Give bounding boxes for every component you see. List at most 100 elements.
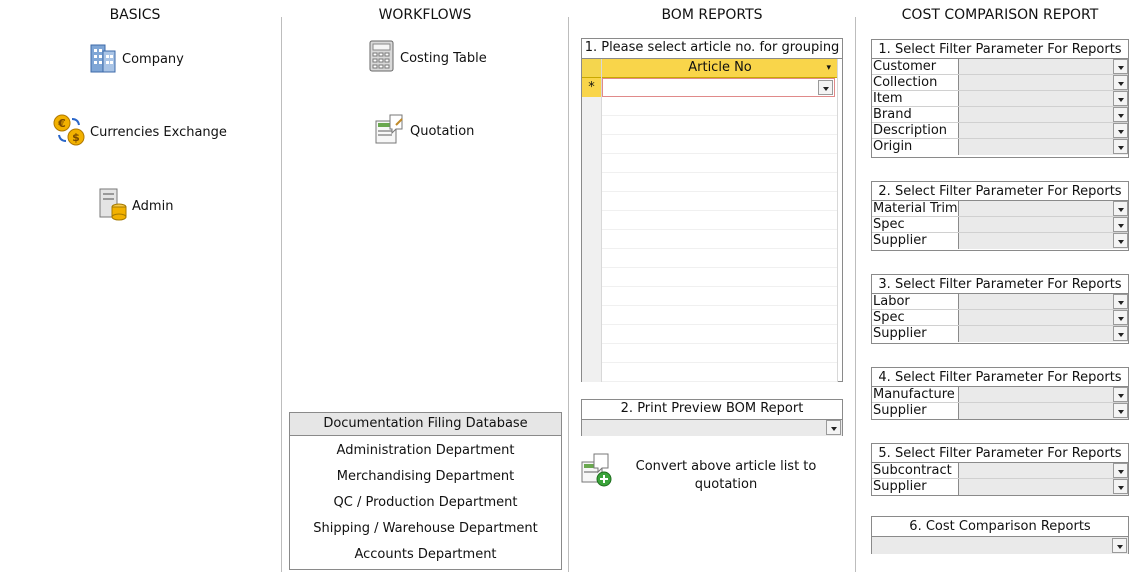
filter-label: Customer xyxy=(872,59,959,74)
spec-select[interactable] xyxy=(959,217,1128,232)
empty-grid-area xyxy=(602,97,838,382)
print-preview-select[interactable] xyxy=(582,420,842,436)
doc-item-shipping-warehouse[interactable]: Shipping / Warehouse Department xyxy=(290,516,561,542)
dropdown-button[interactable] xyxy=(1113,91,1128,106)
collection-select[interactable] xyxy=(959,75,1128,90)
costing-table-button[interactable]: Costing Table xyxy=(368,40,487,76)
doc-item-qc-production[interactable]: QC / Production Department xyxy=(290,490,561,516)
filter-row-manufacture: Manufacture xyxy=(872,387,1128,403)
subcontract-select[interactable] xyxy=(959,463,1128,478)
dropdown-button[interactable] xyxy=(1113,123,1128,138)
dropdown-button[interactable] xyxy=(1113,75,1128,90)
manufacture-select[interactable] xyxy=(959,387,1128,402)
article-no-header-label: Article No xyxy=(688,60,752,75)
column-filter-arrow-icon[interactable]: ▾ xyxy=(826,59,831,77)
quotation-label: Quotation xyxy=(410,123,475,139)
description-select[interactable] xyxy=(959,123,1128,138)
dropdown-button[interactable] xyxy=(1113,233,1128,248)
dropdown-button[interactable] xyxy=(1112,538,1127,553)
dropdown-button[interactable] xyxy=(1113,201,1128,216)
material-trim-select[interactable] xyxy=(959,201,1128,216)
filter-panel-1: 1. Select Filter Parameter For Reports C… xyxy=(871,39,1129,158)
filter-row-spec: Spec xyxy=(872,310,1128,326)
filter-label: Description xyxy=(872,123,959,138)
origin-select[interactable] xyxy=(959,139,1128,155)
filter-panel-2: 2. Select Filter Parameter For Reports M… xyxy=(871,181,1129,251)
dropdown-button[interactable] xyxy=(1113,326,1128,341)
brand-select[interactable] xyxy=(959,107,1128,122)
filter-label: Spec xyxy=(872,310,959,325)
documentation-title: Documentation Filing Database xyxy=(290,413,561,436)
dropdown-button[interactable] xyxy=(1113,403,1128,418)
filter-row-material-trim: Material Trim xyxy=(872,201,1128,217)
filter-row-item: Item xyxy=(872,91,1128,107)
filter-label: Brand xyxy=(872,107,959,122)
cost-comparison-reports-select[interactable] xyxy=(872,537,1128,554)
filter-label: Origin xyxy=(872,139,959,155)
dropdown-button[interactable] xyxy=(1113,107,1128,122)
column-divider xyxy=(855,17,856,572)
supplier-select[interactable] xyxy=(959,403,1128,419)
doc-item-accounts[interactable]: Accounts Department xyxy=(290,542,561,568)
doc-item-administration[interactable]: Administration Department xyxy=(290,438,561,464)
filter-row-supplier: Supplier xyxy=(872,326,1128,342)
labor-select[interactable] xyxy=(959,294,1128,309)
quotation-button[interactable]: Quotation xyxy=(374,113,474,149)
company-button[interactable]: Company xyxy=(88,41,184,77)
print-preview-dropdown-button[interactable] xyxy=(826,420,841,435)
article-no-combo[interactable] xyxy=(602,78,835,97)
new-record-marker: * xyxy=(582,78,601,97)
article-no-dropdown-button[interactable] xyxy=(818,80,833,95)
filter-row-spec: Spec xyxy=(872,217,1128,233)
admin-button[interactable]: Admin xyxy=(98,187,173,225)
filter-label: Collection xyxy=(872,75,959,90)
filter-label: Manufacture xyxy=(872,387,959,402)
print-preview-title: 2. Print Preview BOM Report xyxy=(582,400,842,420)
filter-panel-1-title: 1. Select Filter Parameter For Reports xyxy=(872,40,1128,59)
supplier-select[interactable] xyxy=(959,479,1128,495)
currencies-exchange-button[interactable]: € $ Currencies Exchange xyxy=(52,113,227,151)
dropdown-button[interactable] xyxy=(1113,294,1128,309)
grid-right-border xyxy=(837,59,838,382)
filter-panel-5: 5. Select Filter Parameter For Reports S… xyxy=(871,443,1129,496)
filter-label: Subcontract xyxy=(872,463,959,478)
server-database-icon xyxy=(98,187,128,225)
filter-row-brand: Brand xyxy=(872,107,1128,123)
supplier-select[interactable] xyxy=(959,326,1128,342)
customer-select[interactable] xyxy=(959,59,1128,74)
filter-row-subcontract: Subcontract xyxy=(872,463,1128,479)
dropdown-button[interactable] xyxy=(1113,479,1128,494)
currency-exchange-icon: € $ xyxy=(52,113,86,151)
spec-select[interactable] xyxy=(959,310,1128,325)
convert-quotation-label[interactable]: Convert above article list to quotation xyxy=(630,458,822,494)
company-label: Company xyxy=(122,51,184,67)
dropdown-button[interactable] xyxy=(1113,387,1128,402)
dropdown-button[interactable] xyxy=(1113,217,1128,232)
dropdown-button[interactable] xyxy=(1113,139,1128,154)
svg-text:€: € xyxy=(57,117,66,130)
supplier-select[interactable] xyxy=(959,233,1128,249)
filter-row-supplier: Supplier xyxy=(872,233,1128,249)
dropdown-button[interactable] xyxy=(1113,59,1128,74)
filter-label: Spec xyxy=(872,217,959,232)
item-select[interactable] xyxy=(959,91,1128,106)
svg-text:$: $ xyxy=(72,131,80,144)
filter-panel-5-title: 5. Select Filter Parameter For Reports xyxy=(872,444,1128,463)
dropdown-button[interactable] xyxy=(1113,310,1128,325)
doc-item-merchandising[interactable]: Merchandising Department xyxy=(290,464,561,490)
select-all-corner[interactable] xyxy=(582,59,601,78)
filter-panel-2-title: 2. Select Filter Parameter For Reports xyxy=(872,182,1128,201)
filter-row-origin: Origin xyxy=(872,139,1128,155)
dropdown-button[interactable] xyxy=(1113,463,1128,478)
record-selector-column xyxy=(582,59,602,382)
building-icon xyxy=(88,41,118,77)
convert-quotation-icon[interactable] xyxy=(580,452,614,492)
filter-label: Item xyxy=(872,91,959,106)
article-no-column-header[interactable]: Article No ▾ xyxy=(602,59,838,78)
documentation-filing-panel: Documentation Filing Database Administra… xyxy=(289,412,562,570)
filter-row-supplier: Supplier xyxy=(872,403,1128,419)
filter-label: Supplier xyxy=(872,233,959,249)
filter-label: Labor xyxy=(872,294,959,309)
filter-label: Supplier xyxy=(872,479,959,495)
article-grouping-panel: 1. Please select article no. for groupin… xyxy=(581,38,843,382)
